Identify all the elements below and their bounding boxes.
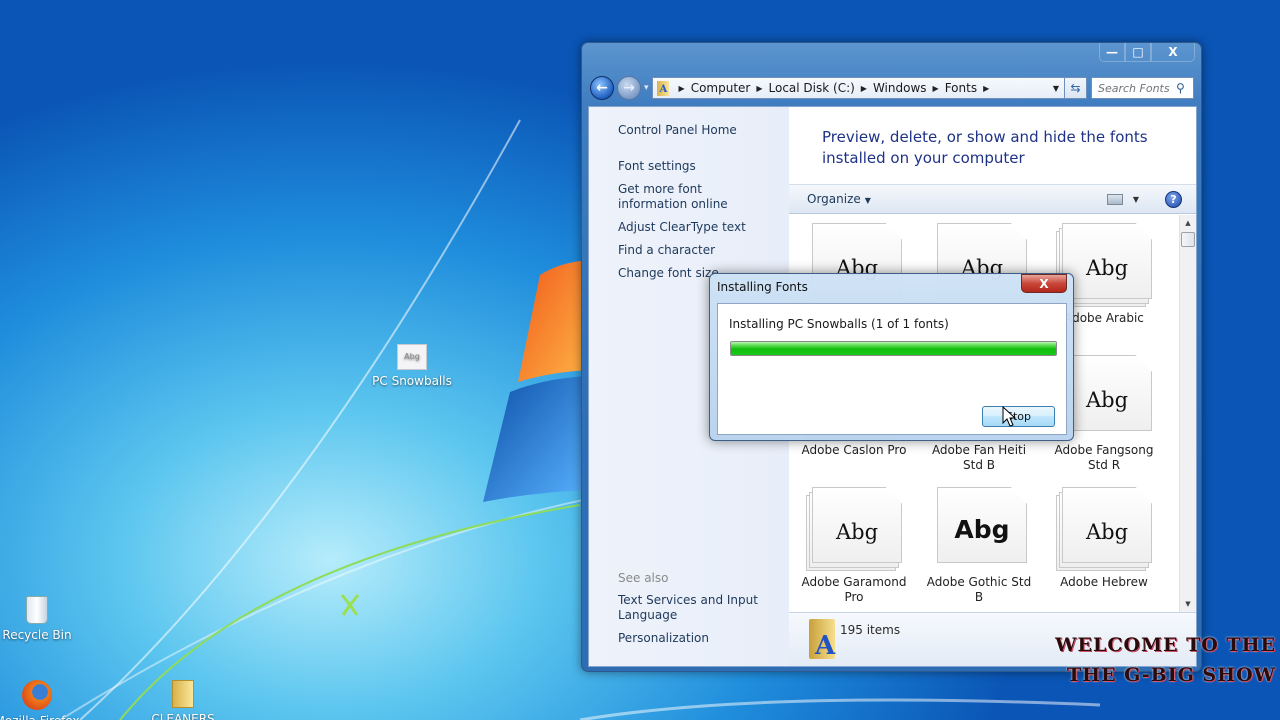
desktop-icon-label: PC Snowballs xyxy=(372,374,452,388)
caption-buttons: — □ X xyxy=(1099,43,1195,62)
stop-button[interactable]: Stop xyxy=(982,406,1055,427)
vertical-scrollbar[interactable]: ▲ ▼ xyxy=(1179,215,1196,612)
link-get-more-font-info[interactable]: Get more font information online xyxy=(618,182,768,212)
mouse-cursor-icon xyxy=(1002,406,1016,427)
desktop-icon-recycle-bin[interactable]: Recycle Bin xyxy=(0,596,82,642)
link-adjust-cleartype[interactable]: Adjust ClearType text xyxy=(618,220,789,235)
font-file-icon: Abg xyxy=(397,344,427,370)
desktop-icon-label: CLEANERS xyxy=(151,712,215,720)
change-view-icon[interactable] xyxy=(1106,193,1123,205)
desktop-icon-pc-snowballs[interactable]: Abg PC Snowballs xyxy=(367,344,457,388)
logo-blue-pane xyxy=(483,376,590,502)
font-name-label: Adobe Fangsong Std R xyxy=(1054,443,1154,472)
desktop-icon-cleaners[interactable]: CLEANERS xyxy=(138,680,228,720)
dialog-close-button[interactable]: X xyxy=(1021,274,1067,293)
recycle-bin-icon xyxy=(26,596,48,624)
desktop-icon-label: Recycle Bin xyxy=(2,628,72,642)
link-personalization[interactable]: Personalization xyxy=(618,631,758,646)
link-control-panel-home[interactable]: Control Panel Home xyxy=(618,123,789,138)
font-file-icon: Abg xyxy=(931,487,1027,565)
font-name-label: Adobe Gothic Std B xyxy=(926,575,1032,604)
chevron-down-icon: ▼ xyxy=(864,196,871,205)
link-find-character[interactable]: Find a character xyxy=(618,243,789,258)
install-status-message: Installing PC Snowballs (1 of 1 fonts) xyxy=(729,317,949,331)
breadcrumb-separator-icon: ▶ xyxy=(678,83,685,93)
folder-icon xyxy=(172,680,194,708)
scroll-up-icon[interactable]: ▲ xyxy=(1180,215,1196,231)
font-file-icon: Abg xyxy=(1056,487,1152,571)
search-icon[interactable]: ⚲ xyxy=(1176,81,1185,95)
address-dropdown-icon[interactable]: ▼ xyxy=(1048,84,1064,93)
back-arrow-icon: ← xyxy=(596,80,608,96)
progress-fill xyxy=(731,342,1056,355)
font-name-label: Adobe Caslon Pro xyxy=(801,443,907,457)
view-options-dropdown[interactable]: ▼ xyxy=(1133,195,1139,204)
wallpaper-leaf xyxy=(340,594,360,616)
breadcrumb-separator-icon[interactable]: ▶ xyxy=(861,84,867,93)
search-input[interactable] xyxy=(1098,81,1176,95)
refresh-button[interactable]: ⇆ xyxy=(1065,77,1087,99)
desktop-icon-label: Mozilla Firefox xyxy=(0,714,79,720)
scroll-down-icon[interactable]: ▼ xyxy=(1180,596,1196,612)
font-name-label: Adobe Fan Heiti Std B xyxy=(931,443,1027,472)
organize-label: Organize xyxy=(807,192,861,206)
scroll-thumb[interactable] xyxy=(1181,232,1195,247)
organize-button[interactable]: Organize ▼ xyxy=(807,192,871,206)
link-text-services[interactable]: Text Services and Input Language xyxy=(618,593,758,623)
address-bar[interactable]: A ▶ Computer ▶ Local Disk (C:) ▶ Windows… xyxy=(651,77,1065,99)
watermark-overlay: WELCOME TO THE THE G-BIG SHOW xyxy=(1055,630,1276,690)
maximize-button[interactable]: □ xyxy=(1125,43,1151,62)
font-file-icon: Abg xyxy=(806,487,902,571)
font-tile[interactable]: Abg Adobe Gothic Std B xyxy=(924,487,1034,605)
page-heading: Preview, delete, or show and hide the fo… xyxy=(822,128,1148,167)
see-also-heading: See also xyxy=(618,571,669,585)
watermark-line-2: THE G-BIG SHOW xyxy=(1066,664,1276,686)
watermark-line-1: WELCOME TO THE xyxy=(1055,634,1276,656)
forward-button[interactable]: → xyxy=(617,76,641,100)
font-name-label: Adobe Hebrew xyxy=(1060,575,1148,589)
breadcrumb-computer[interactable]: Computer xyxy=(691,81,751,95)
back-button[interactable]: ← xyxy=(590,76,614,100)
breadcrumb-local-disk[interactable]: Local Disk (C:) xyxy=(769,81,855,95)
minimize-button[interactable]: — xyxy=(1099,43,1125,62)
desktop-icon-firefox[interactable]: Mozilla Firefox xyxy=(0,680,82,720)
recent-pages-dropdown[interactable]: ▾ xyxy=(644,83,649,93)
breadcrumb-windows[interactable]: Windows xyxy=(873,81,927,95)
installing-fonts-dialog: Installing Fonts X Installing PC Snowbal… xyxy=(709,273,1074,441)
close-button[interactable]: X xyxy=(1151,43,1195,62)
breadcrumb-separator-icon[interactable]: ▶ xyxy=(933,84,939,93)
help-button[interactable]: ? xyxy=(1165,190,1182,208)
install-progress-bar xyxy=(730,341,1057,356)
font-name-label: Adobe Garamond Pro xyxy=(801,575,907,604)
refresh-icon: ⇆ xyxy=(1070,81,1081,95)
navigation-bar: ← → ▾ A ▶ Computer ▶ Local Disk (C:) ▶ W… xyxy=(590,75,1194,101)
fonts-folder-icon: A xyxy=(656,80,669,96)
item-count: 195 items xyxy=(840,623,901,637)
logo-orange-pane xyxy=(518,260,590,382)
command-bar: Organize ▼ ▼ ? xyxy=(789,184,1196,214)
breadcrumb-separator-icon[interactable]: ▶ xyxy=(983,84,989,93)
font-tile[interactable]: Abg Adobe Hebrew xyxy=(1049,487,1159,590)
dialog-title: Installing Fonts xyxy=(717,280,808,294)
link-font-settings[interactable]: Font settings xyxy=(618,159,789,174)
firefox-icon xyxy=(22,680,52,710)
search-box[interactable]: ⚲ xyxy=(1091,77,1194,99)
fonts-folder-large-icon: A xyxy=(809,619,835,661)
see-also-section: See also Text Services and Input Languag… xyxy=(618,571,758,646)
forward-arrow-icon: → xyxy=(623,80,635,96)
font-tile[interactable]: Abg Adobe Garamond Pro xyxy=(799,487,909,605)
breadcrumb-separator-icon[interactable]: ▶ xyxy=(756,84,762,93)
breadcrumb-fonts[interactable]: Fonts xyxy=(945,81,977,95)
